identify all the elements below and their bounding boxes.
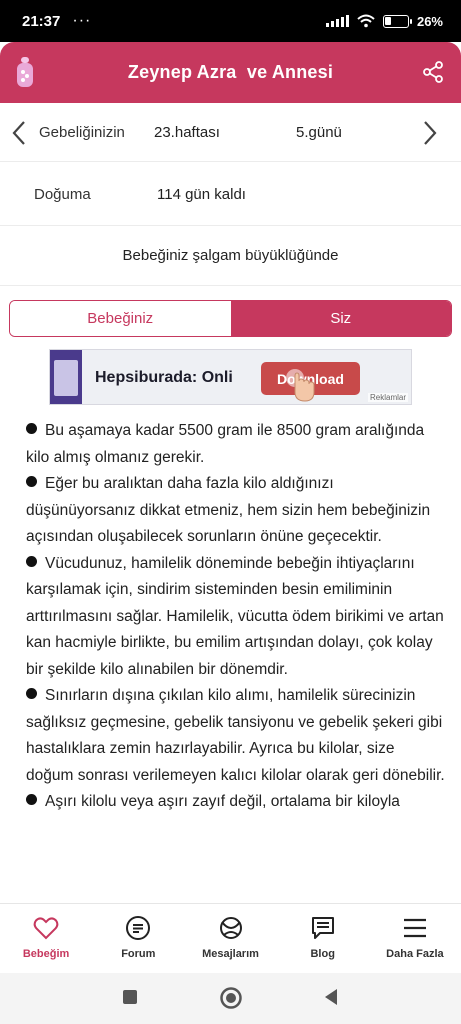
bullet-icon	[26, 423, 37, 434]
nav-label: Blog	[310, 948, 335, 960]
status-bar: 21:37 ··· 26%	[0, 0, 461, 42]
ad-text: Hepsiburada: Onli	[95, 369, 233, 386]
nav-label: Forum	[121, 948, 156, 960]
battery-icon	[382, 14, 412, 28]
nav-item-forum[interactable]: Forum	[92, 904, 184, 973]
birth-suffix: gün kaldı	[180, 186, 246, 203]
messages-icon	[219, 917, 242, 939]
week-value: 23.haftası	[154, 124, 220, 141]
baby-size-text: Bebeğiniz şalgam büyüklüğünde	[122, 247, 339, 264]
bullet-icon	[26, 476, 37, 487]
article-paragraph: Vücudunuz, hamilelik döneminde bebeğin i…	[26, 554, 444, 678]
nav-item-daha-fazla[interactable]: Daha Fazla	[369, 904, 461, 973]
article-paragraph: Bu aşamaya kadar 5500 gram ile 8500 gram…	[26, 422, 425, 466]
home-circle-icon[interactable]	[219, 986, 243, 1010]
ad-banner[interactable]: Hepsiburada: Onli Download Reklamlar	[49, 349, 412, 405]
status-time: 21:37	[22, 12, 61, 30]
day-value: 5.günü	[296, 124, 342, 141]
heart-icon	[33, 917, 59, 940]
bullet-icon	[26, 688, 37, 699]
pointer-hand-icon	[286, 369, 315, 402]
back-triangle-icon[interactable]	[321, 987, 341, 1007]
share-icon[interactable]	[421, 60, 445, 84]
blog-icon	[311, 917, 334, 939]
birth-label: Doğuma	[34, 186, 91, 203]
wifi-icon	[357, 14, 375, 28]
bullet-icon	[26, 794, 37, 805]
battery-percent: 26%	[416, 13, 443, 29]
bullet-icon	[26, 555, 37, 567]
nav-item-bebegim[interactable]: Bebeğim	[0, 904, 92, 973]
recents-square-icon[interactable]	[120, 987, 140, 1007]
tab-siz[interactable]: Siz	[230, 301, 451, 336]
bottom-nav: Bebeğim Forum Mesajlarım Blog Daha Fazla	[0, 903, 461, 973]
week-label: Gebeliğinizin	[39, 124, 125, 141]
article-body: Bu aşamaya kadar 5500 gram ile 8500 gram…	[26, 418, 446, 903]
article-paragraph: Aşırı kilolu veya aşırı zayıf değil, ort…	[26, 789, 446, 816]
birth-days: 114	[157, 186, 181, 203]
app-title: Zeynep Azra ve Annesi	[127, 62, 334, 82]
previous-day-chevron-icon[interactable]	[8, 119, 32, 147]
birth-countdown: 114 gün kaldı	[157, 186, 246, 203]
nav-label: Mesajlarım	[202, 948, 259, 960]
menu-icon	[403, 918, 426, 938]
article-paragraph: Sınırların dışına çıkılan kilo alımı, ha…	[26, 687, 445, 784]
pregnancy-week-row: Gebeliğinizin 23.haftası 5.günü	[0, 103, 461, 162]
nav-item-blog[interactable]: Blog	[277, 904, 369, 973]
tab-bebeginiz[interactable]: Bebeğiniz	[10, 301, 231, 336]
ad-badge: Reklamlar	[367, 393, 408, 402]
status-icons: 26%	[325, 13, 443, 29]
forum-icon	[126, 916, 151, 940]
birth-countdown-row: Doğuma 114 gün kaldı	[0, 162, 461, 226]
baby-size-row: Bebeğiniz şalgam büyüklüğünde	[0, 226, 461, 286]
signal-icon	[325, 15, 349, 27]
nav-label: Daha Fazla	[386, 948, 444, 960]
segment-tabs: Bebeğiniz Siz	[9, 300, 452, 337]
system-nav-bar	[0, 973, 461, 1024]
ad-thumbnail	[50, 350, 82, 404]
notification-dots: ···	[72, 12, 92, 29]
next-day-chevron-icon[interactable]	[417, 119, 441, 147]
nav-label: Bebeğim	[22, 948, 70, 960]
article-paragraph: Eğer bu aralıktan daha fazla kilo aldığı…	[26, 475, 431, 545]
nav-item-mesajlarim[interactable]: Mesajlarım	[184, 904, 276, 973]
app-header: Zeynep Azra ve Annesi	[0, 42, 461, 103]
baby-bottle-logo	[17, 57, 33, 87]
